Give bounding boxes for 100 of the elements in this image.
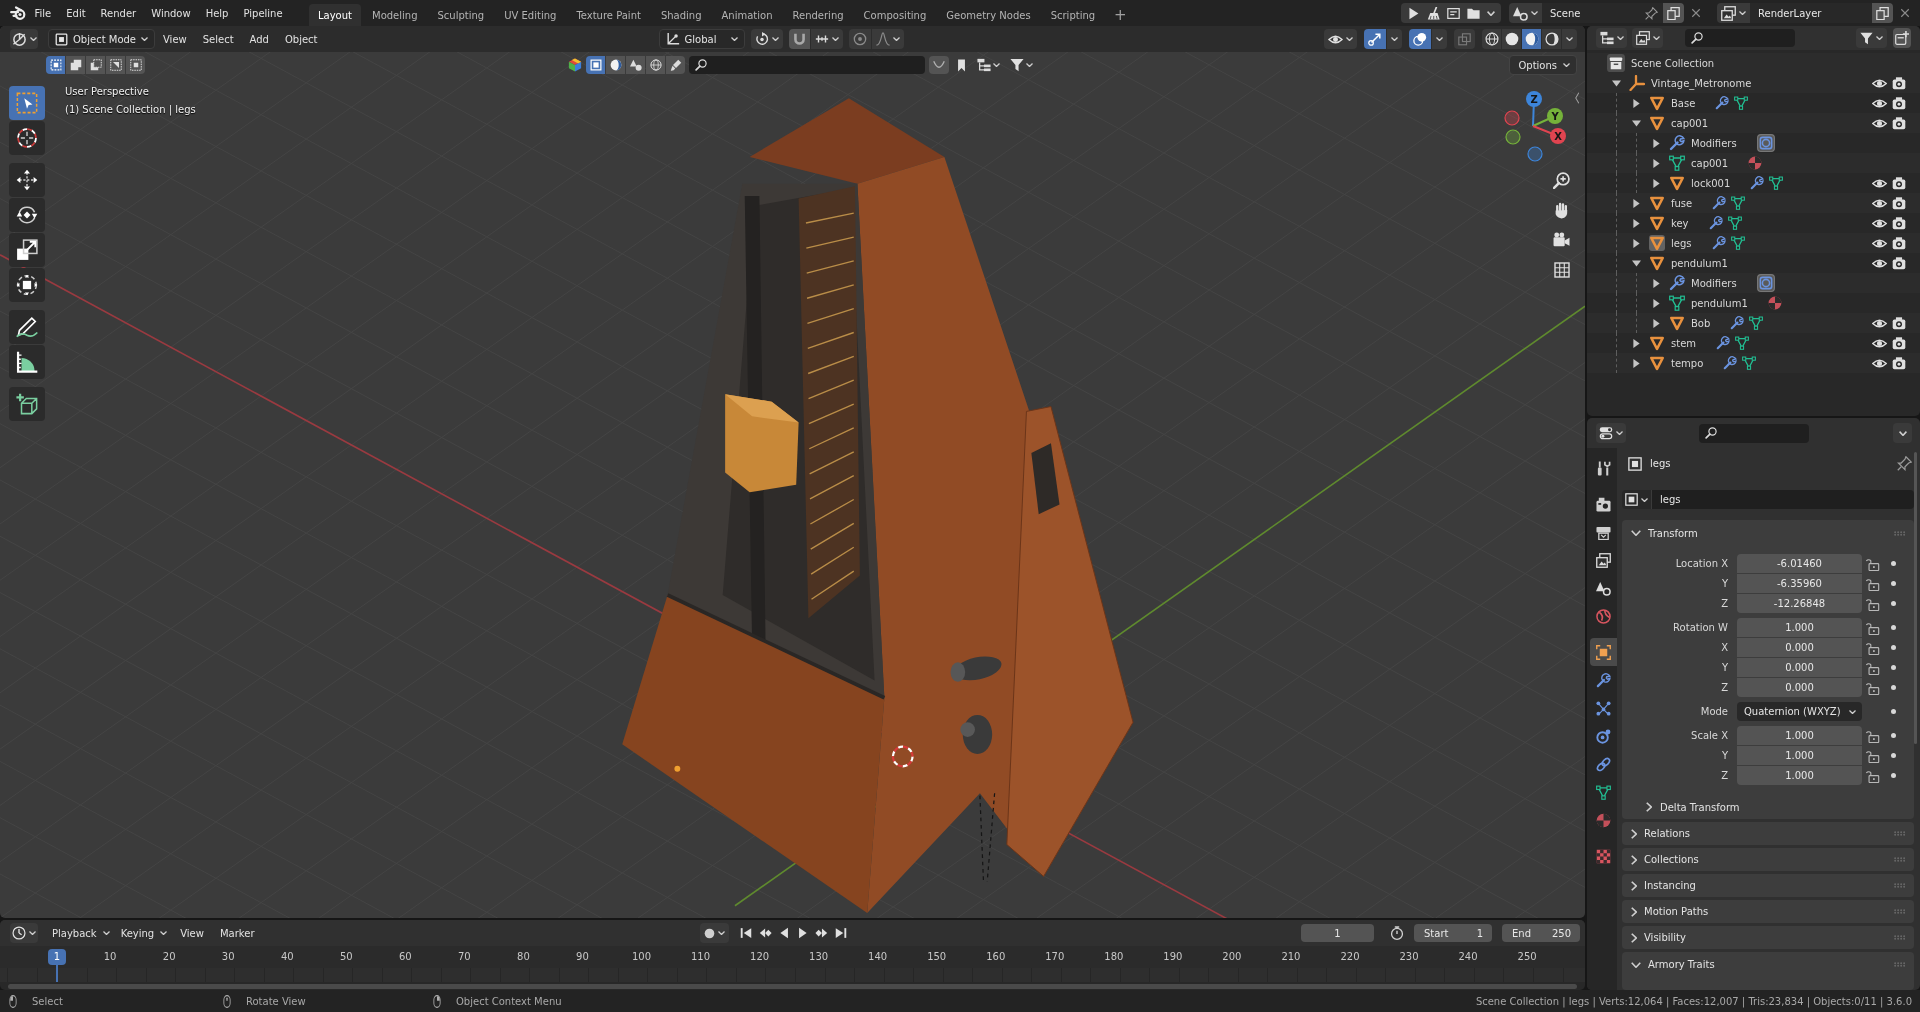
workspace-tab[interactable]: Texture Paint (567, 4, 650, 26)
start-frame-field[interactable]: Start 1 (1414, 924, 1492, 942)
grid-icon[interactable] (1553, 262, 1570, 278)
mesh-icon[interactable] (1742, 356, 1757, 370)
material-sphere-icon[interactable] (1748, 156, 1763, 170)
disclosure-triangle-icon[interactable] (1652, 278, 1660, 288)
menu-item[interactable]: Window (143, 3, 199, 23)
keyframe-dot-icon[interactable] (1891, 665, 1896, 671)
keyframe-dot-icon[interactable] (1891, 733, 1896, 739)
display-mode-button[interactable] (1632, 28, 1663, 48)
lock-icon[interactable] (1866, 620, 1880, 635)
camera-icon[interactable] (1892, 96, 1906, 110)
workspace-tab[interactable]: Rendering (783, 4, 853, 26)
lock-icon[interactable] (1866, 596, 1880, 611)
wrench-icon[interactable] (1712, 196, 1727, 210)
object-triangle-icon[interactable] (1649, 335, 1665, 351)
menu-item[interactable]: View (172, 923, 212, 943)
number-field[interactable]: 0.000 (1737, 658, 1862, 678)
object-triangle-icon[interactable] (1649, 195, 1665, 211)
snap-target-button[interactable] (810, 29, 843, 49)
stopwatch-icon[interactable] (1390, 926, 1404, 940)
jump-to-end-icon[interactable] (835, 927, 847, 939)
select-mode-button[interactable] (106, 56, 125, 74)
lock-icon[interactable] (1866, 640, 1880, 655)
camera-icon[interactable] (1892, 116, 1906, 130)
object-triangle-icon[interactable] (1669, 315, 1685, 331)
keyframe-dot-icon[interactable] (1891, 561, 1896, 567)
modifier-icon[interactable] (1756, 134, 1775, 152)
search-field[interactable] (1685, 29, 1795, 47)
wrench-icon[interactable] (1669, 135, 1685, 151)
xray-toggle[interactable] (1454, 29, 1475, 49)
panel-header[interactable]: Visibility (1622, 926, 1914, 949)
scrollbar[interactable] (8, 983, 1577, 989)
outliner-row[interactable]: tempo (1587, 353, 1920, 373)
menu-dropdown[interactable]: Keying (114, 923, 173, 943)
workspace-tab[interactable]: Shading (651, 4, 711, 26)
blender-logo-icon[interactable] (10, 5, 26, 21)
mode-dropdown[interactable]: Object Mode (48, 29, 155, 49)
outliner-row[interactable]: cap001 (1587, 153, 1920, 173)
wrench-icon[interactable] (1723, 356, 1738, 370)
overlay-menu-button[interactable] (1432, 29, 1447, 49)
menu-item[interactable]: File (27, 3, 59, 23)
mesh-icon[interactable] (1734, 96, 1749, 110)
auto-keying-button[interactable] (700, 923, 729, 943)
outliner-row[interactable]: legs (1587, 233, 1920, 253)
keyframe-dot-icon[interactable] (1891, 581, 1896, 587)
add-workspace-button[interactable]: + (1106, 4, 1135, 26)
view-layer-field[interactable]: RenderLayer (1750, 3, 1872, 23)
keyframe-dot-icon[interactable] (1891, 601, 1896, 607)
3d-viewport[interactable]: Object Mode View Select Add Object Global Options User Perspective (1) Scene Collection | legs Z Y X (0, 26, 1585, 918)
wrench-icon[interactable] (1711, 236, 1726, 250)
object-triangle-icon[interactable] (1649, 115, 1665, 131)
play-reverse-icon[interactable] (779, 927, 790, 939)
outliner-row[interactable]: Vintage_Metronome (1587, 73, 1920, 93)
keyframe-dot-icon[interactable] (1891, 709, 1896, 715)
disclosure-triangle-icon[interactable] (1631, 119, 1641, 127)
mesh-icon[interactable] (1769, 176, 1784, 190)
number-field[interactable]: 0.000 (1737, 638, 1862, 658)
menu-item[interactable]: Add (241, 29, 277, 49)
number-field[interactable]: 1.000 (1737, 618, 1862, 638)
outliner-row[interactable]: Modifiers (1587, 273, 1920, 293)
tool-button[interactable] (9, 198, 45, 232)
lock-icon[interactable] (1866, 728, 1880, 743)
folder-icon[interactable] (1467, 6, 1480, 20)
number-field[interactable]: -6.01460 (1737, 554, 1862, 574)
outliner-row[interactable]: cap001 (1587, 113, 1920, 133)
search-field[interactable] (1699, 423, 1809, 443)
scene-browse-button[interactable] (1509, 3, 1542, 23)
disclosure-triangle-icon[interactable] (1652, 298, 1660, 308)
mesh-icon[interactable] (1669, 155, 1685, 171)
wrench-icon[interactable] (1716, 336, 1731, 350)
shading-menu-button[interactable] (1562, 29, 1577, 49)
close-icon[interactable] (1691, 8, 1701, 18)
snap-toggle[interactable] (788, 29, 810, 49)
lock-icon[interactable] (1866, 660, 1880, 675)
subpanel-header[interactable]: Delta Transform (1622, 795, 1914, 820)
modifier-icon[interactable] (1756, 274, 1775, 292)
wrench-icon[interactable] (1669, 275, 1685, 291)
number-field[interactable]: 1.000 (1737, 726, 1862, 746)
object-triangle-icon[interactable] (1649, 255, 1665, 271)
keyframe-dot-icon[interactable] (1891, 625, 1896, 631)
workspace-tab[interactable]: Layout (309, 4, 361, 26)
hand-icon[interactable] (1553, 202, 1570, 219)
disclosure-triangle-icon[interactable] (1652, 318, 1660, 328)
disclosure-triangle-icon[interactable] (1632, 198, 1640, 208)
filter-toggle[interactable] (646, 56, 665, 74)
disclosure-triangle-icon[interactable] (1632, 98, 1640, 108)
object-browse-button[interactable] (1622, 490, 1652, 510)
selectability-button[interactable] (1324, 29, 1357, 49)
mode-dropdown[interactable]: Quaternion (WXYZ) (1737, 702, 1862, 722)
tool-button[interactable] (9, 121, 45, 155)
gizmo-axis-button[interactable]: X (1532, 125, 1566, 144)
camera-icon[interactable] (1892, 196, 1906, 210)
camera-icon[interactable] (1553, 232, 1570, 249)
outliner-row[interactable]: fuse (1587, 193, 1920, 213)
search-field[interactable] (689, 56, 925, 74)
3d-cursor-icon[interactable] (891, 745, 914, 768)
mesh-icon[interactable] (1669, 295, 1685, 311)
lock-icon[interactable] (1866, 768, 1880, 783)
number-field[interactable]: 1.000 (1737, 766, 1862, 786)
